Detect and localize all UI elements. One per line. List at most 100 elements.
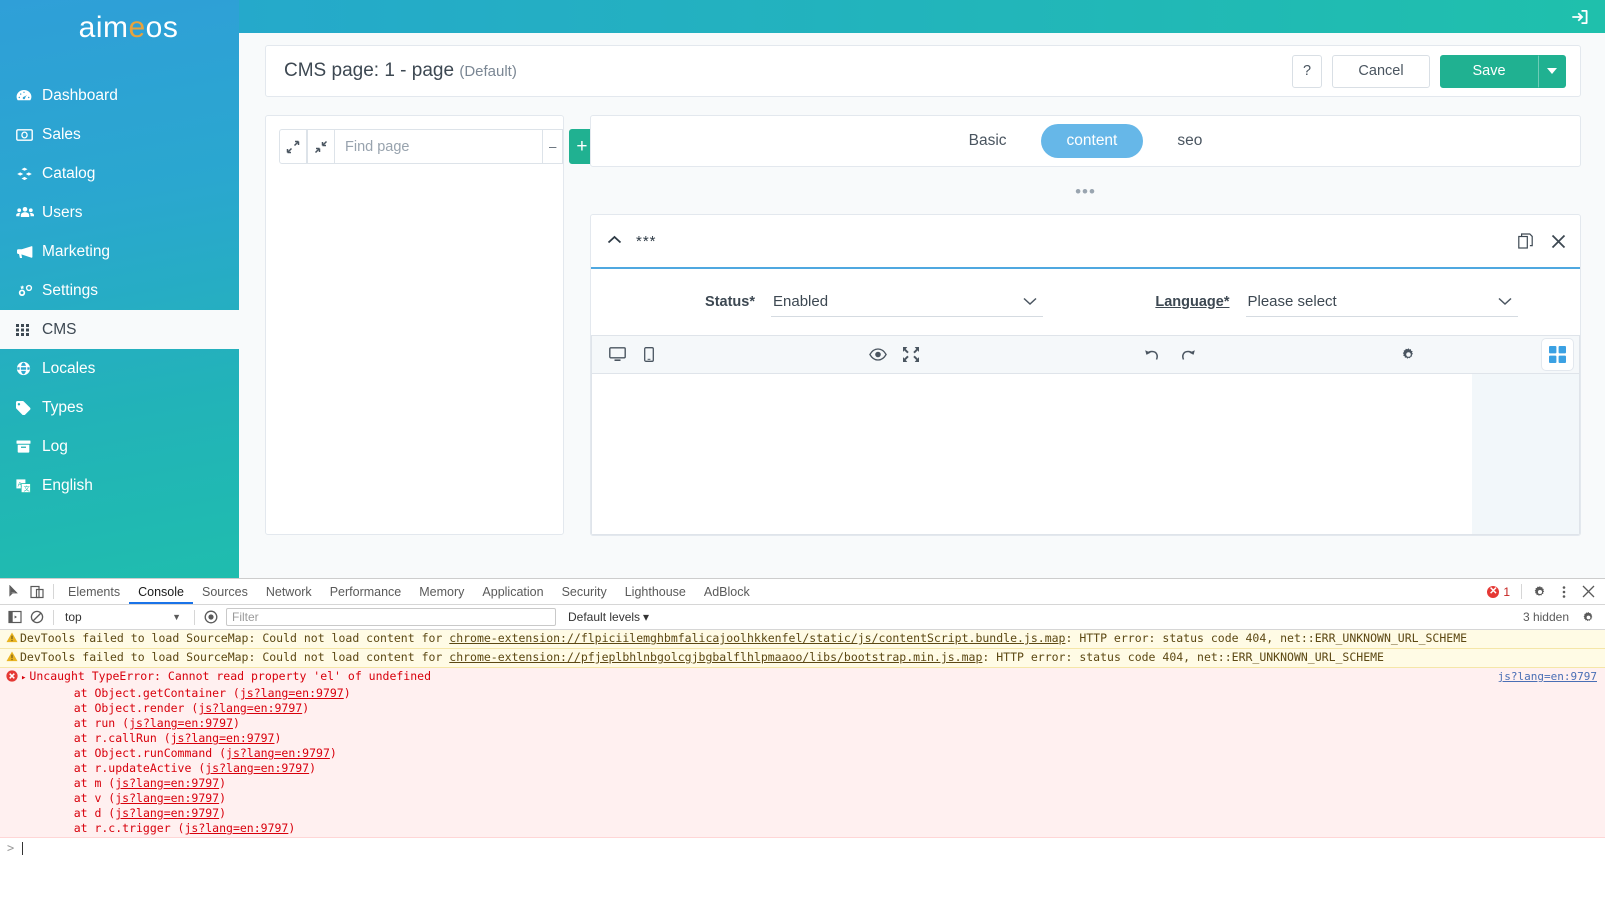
status-select[interactable]: Enabled bbox=[771, 287, 1043, 316]
stack-frame-source[interactable]: js?lang=en:9797 bbox=[184, 821, 288, 835]
stack-frame-source[interactable]: js?lang=en:9797 bbox=[115, 791, 219, 805]
preview-eye-icon[interactable] bbox=[869, 348, 887, 361]
clear-console-icon[interactable] bbox=[26, 606, 48, 628]
devtools-tab-application[interactable]: Application bbox=[473, 581, 552, 604]
detail-column: Basic content seo ••• *** Status* Enable… bbox=[590, 115, 1581, 536]
find-page-input[interactable] bbox=[335, 129, 542, 164]
collapse-arrows-icon bbox=[314, 140, 328, 153]
sidebar-item-users[interactable]: Users bbox=[0, 193, 239, 232]
console-prompt[interactable]: > bbox=[0, 838, 1605, 855]
sidebar-item-sales[interactable]: Sales bbox=[0, 115, 239, 154]
close-icon[interactable] bbox=[1577, 581, 1599, 603]
logout-icon[interactable] bbox=[1569, 6, 1591, 28]
hidden-messages-info: 3 hidden bbox=[1523, 606, 1605, 628]
stack-frame-fn: at r.c.trigger ( bbox=[46, 821, 185, 835]
copy-icon[interactable] bbox=[1518, 233, 1533, 249]
svg-text:A: A bbox=[18, 481, 23, 488]
kebab-menu-icon[interactable] bbox=[1553, 581, 1575, 603]
devtools-tab-network[interactable]: Network bbox=[257, 581, 321, 604]
stack-frame-source[interactable]: js?lang=en:9797 bbox=[171, 731, 275, 745]
chevron-up-icon[interactable] bbox=[607, 232, 622, 250]
sidebar-item-marketing[interactable]: Marketing bbox=[0, 232, 239, 271]
fullscreen-icon[interactable] bbox=[903, 347, 919, 362]
save-button[interactable]: Save bbox=[1440, 54, 1538, 88]
devtools-tab-elements[interactable]: Elements bbox=[59, 581, 129, 604]
sidebar-item-english[interactable]: A文 English bbox=[0, 466, 239, 505]
expand-triangle-icon[interactable]: ▸ bbox=[20, 673, 29, 683]
console-message-error[interactable]: ▸ Uncaught TypeError: Cannot read propert… bbox=[0, 668, 1605, 838]
devtools-tab-performance[interactable]: Performance bbox=[321, 581, 411, 604]
console-sidebar-icon[interactable] bbox=[4, 606, 26, 628]
message-link[interactable]: chrome-extension://flpiciilemghbmfalicaj… bbox=[449, 631, 1065, 645]
devtools-tab-console[interactable]: Console bbox=[129, 581, 193, 604]
sidebar-item-locales[interactable]: Locales bbox=[0, 349, 239, 388]
sidebar-item-settings[interactable]: Settings bbox=[0, 271, 239, 310]
tab-basic[interactable]: Basic bbox=[943, 124, 1033, 158]
error-count-badge[interactable]: ✕ 1 bbox=[1487, 585, 1510, 599]
message-link[interactable]: chrome-extension://pfjeplbhlnbgolcgjbgba… bbox=[449, 650, 982, 664]
sidebar-item-log[interactable]: Log bbox=[0, 427, 239, 466]
canvas-drop-area[interactable] bbox=[592, 374, 1472, 534]
devtools-tab-security[interactable]: Security bbox=[553, 581, 616, 604]
expand-all-button[interactable] bbox=[279, 129, 307, 164]
open-blocks-button[interactable] bbox=[1542, 339, 1573, 370]
sidebar-item-dashboard[interactable]: Dashboard bbox=[0, 76, 239, 115]
device-toolbar-icon[interactable] bbox=[26, 581, 48, 603]
stack-frame-source[interactable]: js?lang=en:9797 bbox=[115, 806, 219, 820]
stack-frame: at Object.runCommand (js?lang=en:9797) bbox=[46, 746, 1488, 761]
close-icon[interactable] bbox=[1551, 234, 1566, 249]
redo-icon[interactable] bbox=[1180, 347, 1196, 362]
live-expression-icon[interactable] bbox=[200, 606, 222, 628]
stack-frame-fn: at run ( bbox=[46, 716, 130, 730]
save-dropdown-button[interactable] bbox=[1538, 54, 1566, 88]
devtools-settings-icon[interactable] bbox=[1529, 581, 1551, 603]
console-message-text: DevTools failed to load SourceMap: Could… bbox=[20, 631, 1605, 646]
language-select[interactable]: Please select bbox=[1245, 287, 1518, 316]
content-item-header: *** bbox=[591, 215, 1580, 269]
language-label[interactable]: Language* bbox=[1086, 294, 1246, 310]
devtools-tab-lighthouse[interactable]: Lighthouse bbox=[616, 581, 695, 604]
sidebar-item-label: Users bbox=[42, 203, 83, 221]
error-circle-icon: ✕ bbox=[1487, 585, 1500, 598]
inspect-element-icon[interactable] bbox=[4, 581, 26, 603]
tab-content[interactable]: content bbox=[1040, 124, 1144, 158]
console-message-warning[interactable]: DevTools failed to load SourceMap: Could… bbox=[0, 649, 1605, 668]
stack-frame-source[interactable]: js?lang=en:9797 bbox=[205, 761, 309, 775]
sidebar-item-catalog[interactable]: Catalog bbox=[0, 154, 239, 193]
console-error-source-link[interactable]: js?lang=en:9797 bbox=[1498, 669, 1605, 684]
settings-gear-icon[interactable] bbox=[1401, 347, 1416, 362]
sidebar-item-cms[interactable]: CMS bbox=[0, 310, 239, 349]
help-button[interactable]: ? bbox=[1292, 54, 1322, 88]
console-settings-icon[interactable] bbox=[1577, 606, 1599, 628]
cancel-button[interactable]: Cancel bbox=[1332, 54, 1430, 88]
stack-frame-fn: at Object.getContainer ( bbox=[46, 686, 240, 700]
canvas-right-panel[interactable] bbox=[1472, 374, 1579, 534]
stack-frame-source[interactable]: js?lang=en:9797 bbox=[240, 686, 344, 700]
mobile-view-icon[interactable] bbox=[644, 347, 654, 362]
sidebar-item-label: Log bbox=[42, 437, 68, 455]
stack-frame-source[interactable]: js?lang=en:9797 bbox=[226, 746, 330, 760]
desktop-view-icon[interactable] bbox=[609, 347, 626, 362]
svg-text:文: 文 bbox=[24, 484, 30, 492]
execution-context-select[interactable]: top bbox=[59, 610, 179, 624]
tab-seo[interactable]: seo bbox=[1151, 124, 1228, 158]
stack-frame-source[interactable]: js?lang=en:9797 bbox=[115, 776, 219, 790]
console-error-body: ▸ Uncaught TypeError: Cannot read propert… bbox=[20, 669, 1488, 836]
devtools-tab-adblock[interactable]: AdBlock bbox=[695, 581, 759, 604]
stack-frame-source[interactable]: js?lang=en:9797 bbox=[129, 716, 233, 730]
stack-frame-source[interactable]: js?lang=en:9797 bbox=[198, 701, 302, 715]
collapse-all-button[interactable] bbox=[307, 129, 335, 164]
sidebar-item-types[interactable]: Types bbox=[0, 388, 239, 427]
undo-icon[interactable] bbox=[1144, 347, 1160, 362]
devtools-tab-sources[interactable]: Sources bbox=[193, 581, 257, 604]
remove-page-button[interactable]: – bbox=[542, 129, 564, 164]
console-filter-input[interactable] bbox=[226, 608, 556, 626]
devtools-tab-memory[interactable]: Memory bbox=[410, 581, 473, 604]
stack-frame-close: ) bbox=[219, 776, 227, 790]
devtools-tabbar-actions: ✕ 1 bbox=[1487, 581, 1605, 603]
editor-canvas[interactable] bbox=[592, 374, 1579, 534]
log-levels-dropdown[interactable]: Default levels ▾ bbox=[568, 610, 649, 624]
console-message-warning[interactable]: DevTools failed to load SourceMap: Could… bbox=[0, 630, 1605, 649]
message-suffix: : HTTP error: status code 404, net::ERR_… bbox=[982, 650, 1384, 664]
drag-handle[interactable]: ••• bbox=[590, 167, 1581, 214]
